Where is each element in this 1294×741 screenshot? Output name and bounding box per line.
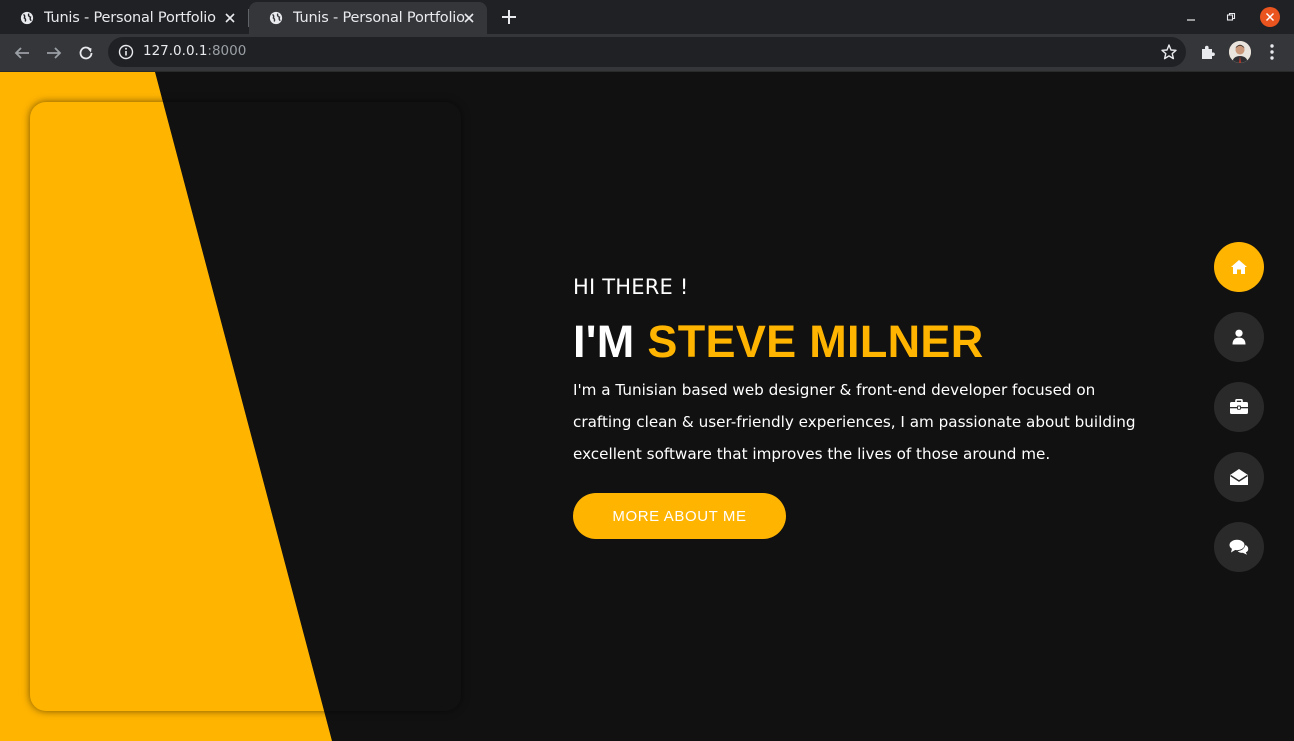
info-icon[interactable] xyxy=(118,44,134,60)
minimize-icon[interactable] xyxy=(1181,7,1201,27)
url-host: 127.0.0.1 xyxy=(143,43,208,59)
bookmark-star-icon[interactable] xyxy=(1160,43,1178,61)
envelope-open-icon xyxy=(1230,469,1248,485)
user-icon xyxy=(1232,329,1246,345)
address-bar[interactable]: 127.0.0.1:8000 xyxy=(108,37,1186,67)
hero-name-heading: I'M STEVE MILNER xyxy=(573,316,984,368)
home-icon xyxy=(1231,260,1247,274)
portfolio-page: HI THERE ! I'M STEVE MILNER I'm a Tunisi… xyxy=(0,72,1294,741)
name-prefix: I'M xyxy=(573,316,648,367)
reload-icon[interactable] xyxy=(75,42,97,64)
nav-about-button[interactable] xyxy=(1214,312,1264,362)
extensions-puzzle-icon[interactable] xyxy=(1198,42,1218,62)
nav-contact-button[interactable] xyxy=(1214,452,1264,502)
browser-toolbar: 127.0.0.1:8000 xyxy=(0,34,1294,71)
globe-icon xyxy=(269,11,283,25)
new-tab-icon[interactable] xyxy=(499,7,519,27)
restore-icon[interactable] xyxy=(1221,7,1241,27)
briefcase-icon xyxy=(1230,399,1248,414)
more-about-me-button[interactable]: MORE ABOUT ME xyxy=(573,493,786,539)
back-icon[interactable] xyxy=(11,42,33,64)
nav-home-button[interactable] xyxy=(1214,242,1264,292)
comments-icon xyxy=(1229,539,1249,555)
nav-portfolio-button[interactable] xyxy=(1214,382,1264,432)
name-highlight: STEVE MILNER xyxy=(647,316,984,367)
close-tab-icon[interactable] xyxy=(222,10,238,26)
more-menu-icon[interactable] xyxy=(1262,42,1282,62)
bio-paragraph: I'm a Tunisian based web designer & fron… xyxy=(573,381,1136,463)
url-port: :8000 xyxy=(207,43,247,59)
globe-icon xyxy=(20,11,34,25)
window-close-icon[interactable] xyxy=(1260,7,1280,27)
greeting-text: HI THERE ! xyxy=(573,275,689,299)
browser-tab[interactable]: Tunis - Personal Portfolio xyxy=(0,2,248,34)
tab-title: Tunis - Personal Portfolio xyxy=(44,10,216,26)
browser-tab-strip: Tunis - Personal Portfolio Tunis - Perso… xyxy=(0,0,1294,34)
forward-icon[interactable] xyxy=(43,42,65,64)
tab-title: Tunis - Personal Portfolio xyxy=(293,10,465,26)
profile-avatar[interactable] xyxy=(1229,41,1251,63)
browser-tab-active[interactable]: Tunis - Personal Portfolio xyxy=(249,2,487,34)
nav-blog-button[interactable] xyxy=(1214,522,1264,572)
url-text[interactable]: 127.0.0.1:8000 xyxy=(143,43,246,59)
profile-photo-card xyxy=(30,102,461,711)
close-tab-icon[interactable] xyxy=(461,10,477,26)
